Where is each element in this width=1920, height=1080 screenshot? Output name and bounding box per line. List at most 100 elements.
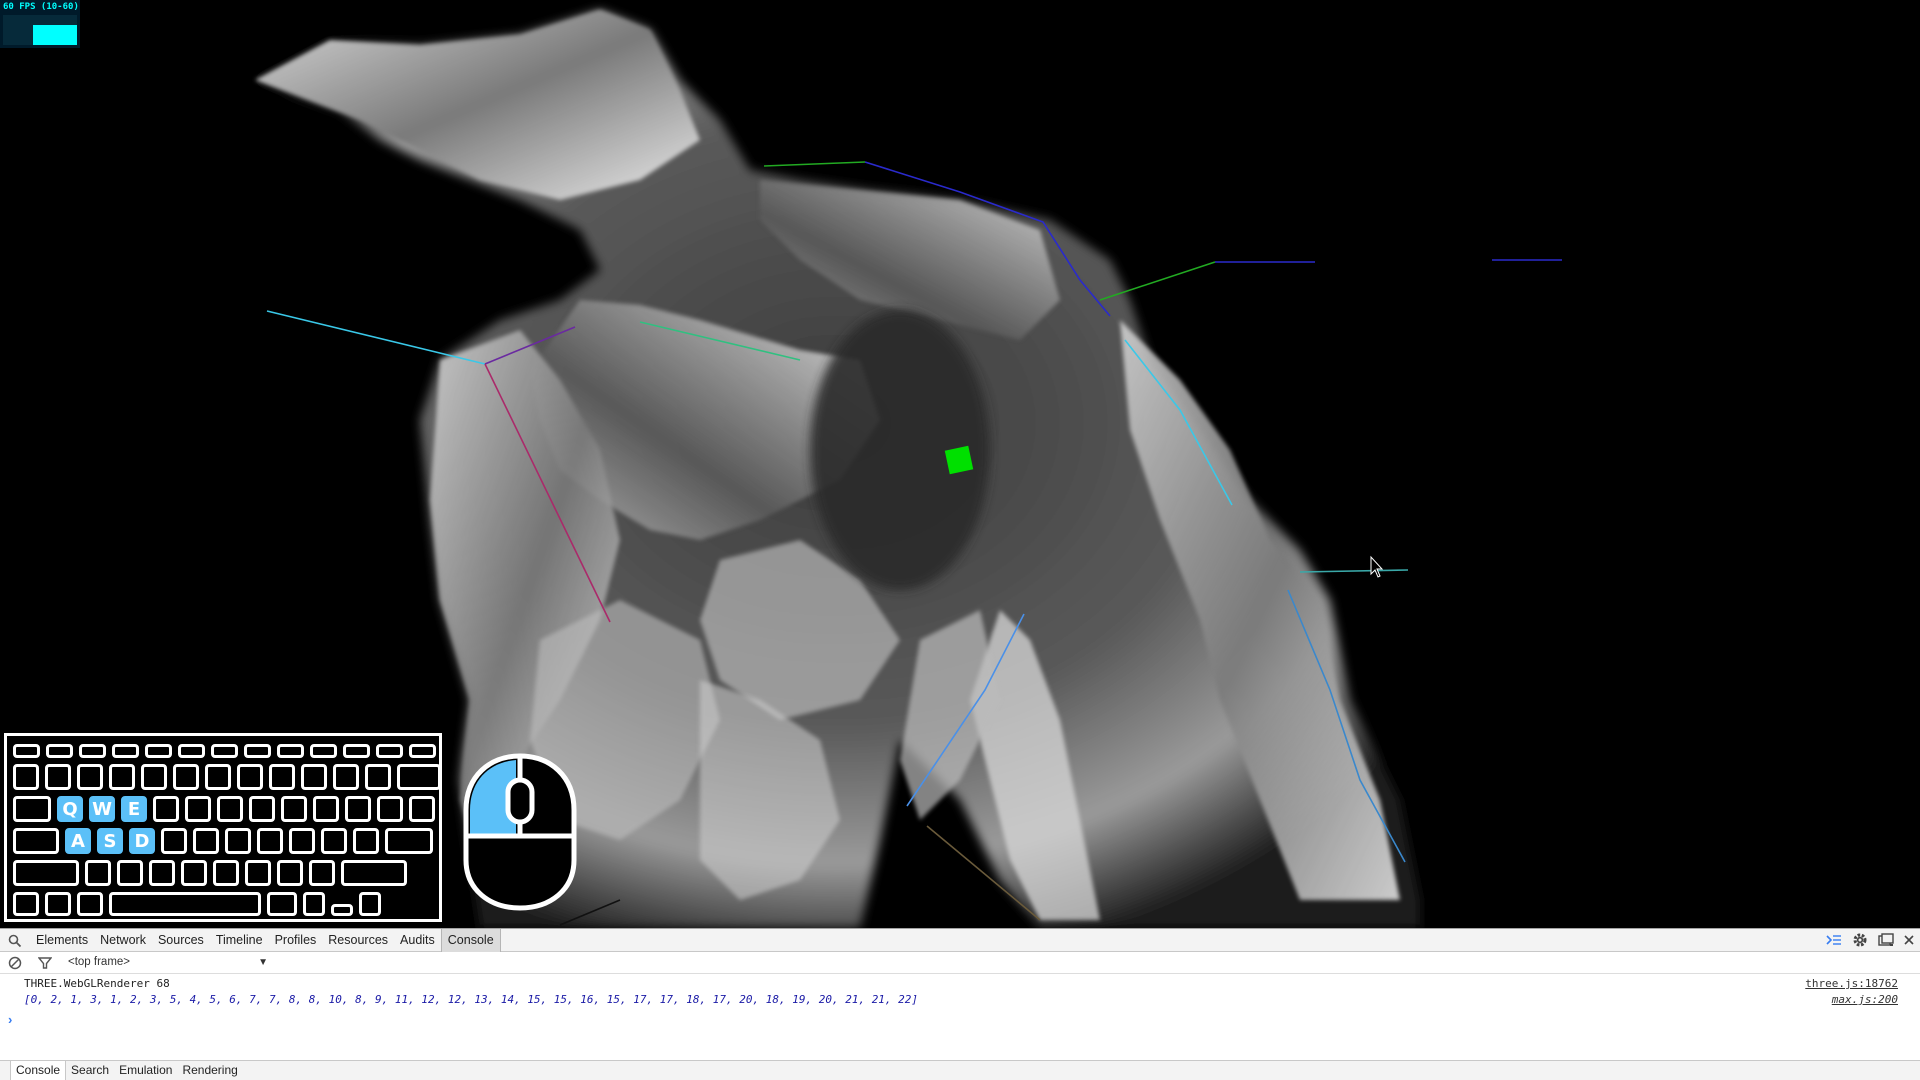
console-messages: THREE.WebGLRenderer 68 three.js:18762 [0… <box>0 976 1920 1008</box>
key-tab <box>13 796 51 822</box>
key <box>181 860 207 886</box>
key <box>353 828 379 854</box>
tab-sources[interactable]: Sources <box>152 929 210 952</box>
key <box>301 764 327 790</box>
key-s: S <box>97 828 123 854</box>
key <box>321 828 347 854</box>
key-e: E <box>121 796 147 822</box>
devtools-toolbar: Elements Network Sources Timeline Profil… <box>0 928 1920 952</box>
console-message-source-link[interactable]: max.js:200 <box>1832 992 1898 1008</box>
key <box>409 744 436 758</box>
gear-icon[interactable] <box>1852 932 1868 948</box>
show-drawer-icon[interactable] <box>1826 933 1842 947</box>
tab-timeline[interactable]: Timeline <box>210 929 269 952</box>
key <box>244 744 271 758</box>
fps-stats-panel[interactable]: 60 FPS (10-60) <box>0 0 80 48</box>
console-message: [0, 2, 1, 3, 1, 2, 3, 5, 4, 5, 6, 7, 7, … <box>0 992 1920 1008</box>
key <box>193 828 219 854</box>
tab-elements[interactable]: Elements <box>30 929 94 952</box>
filter-icon[interactable] <box>38 956 52 970</box>
key <box>13 892 39 916</box>
dock-side-icon[interactable] <box>1878 933 1894 947</box>
key <box>178 744 205 758</box>
console-message-text: THREE.WebGLRenderer 68 <box>24 977 170 990</box>
keyboard-row-function <box>13 744 436 758</box>
key <box>145 744 172 758</box>
tab-network[interactable]: Network <box>94 929 152 952</box>
key-d: D <box>129 828 155 854</box>
key <box>77 764 103 790</box>
key <box>173 764 199 790</box>
drawer-tab-search[interactable]: Search <box>66 1061 114 1080</box>
key-arrow-left <box>331 904 353 916</box>
clear-console-icon[interactable] <box>8 956 22 970</box>
console-message-text: [0, 2, 1, 3, 1, 2, 3, 5, 4, 5, 6, 7, 7, … <box>24 993 919 1006</box>
tab-profiles[interactable]: Profiles <box>269 929 323 952</box>
key <box>45 892 71 916</box>
key <box>269 764 295 790</box>
key-shift-left <box>13 860 79 886</box>
key-space <box>109 892 261 916</box>
key <box>213 860 239 886</box>
drawer-tab-emulation[interactable]: Emulation <box>114 1061 177 1080</box>
key <box>377 796 403 822</box>
key <box>303 892 325 916</box>
key <box>333 764 359 790</box>
key <box>310 744 337 758</box>
cursor-icon <box>1370 555 1384 578</box>
key <box>185 796 211 822</box>
devtools-tabs: Elements Network Sources Timeline Profil… <box>30 929 501 952</box>
key <box>77 892 103 916</box>
key <box>289 828 315 854</box>
search-icon[interactable] <box>8 934 22 948</box>
tab-console[interactable]: Console <box>440 929 501 952</box>
mouse-overlay <box>463 753 577 911</box>
key <box>13 764 39 790</box>
key-w: W <box>89 796 115 822</box>
drawer-tabs: Console Search Emulation Rendering <box>0 1060 1920 1080</box>
frame-select[interactable]: <top frame> ▼ <box>68 954 268 971</box>
console-message: THREE.WebGLRenderer 68 three.js:18762 <box>0 976 1920 992</box>
key <box>225 828 251 854</box>
key <box>343 744 370 758</box>
drawer-tab-console[interactable]: Console <box>10 1061 67 1080</box>
key <box>112 744 139 758</box>
key <box>109 764 135 790</box>
tab-resources[interactable]: Resources <box>322 929 394 952</box>
key <box>281 796 307 822</box>
key <box>277 860 303 886</box>
drawer-tab-rendering[interactable]: Rendering <box>177 1061 242 1080</box>
console-message-source-link[interactable]: three.js:18762 <box>1805 976 1898 992</box>
console-prompt[interactable]: › <box>8 1012 12 1027</box>
fps-graph <box>3 15 77 45</box>
green-marker <box>944 445 974 475</box>
key <box>245 860 271 886</box>
console-toolbar: <top frame> ▼ <box>0 952 1920 974</box>
key <box>237 764 263 790</box>
close-icon[interactable] <box>1904 935 1914 945</box>
key <box>85 860 111 886</box>
fps-readout: 60 FPS (10-60) <box>3 2 79 12</box>
keyboard-row-qwerty: Q W E <box>13 796 435 822</box>
keyboard-row-shift <box>13 860 407 886</box>
key <box>205 764 231 790</box>
devtools-panel: Elements Network Sources Timeline Profil… <box>0 928 1920 1080</box>
chevron-down-icon: ▼ <box>258 957 268 968</box>
key <box>313 796 339 822</box>
key <box>117 860 143 886</box>
key <box>309 860 335 886</box>
key <box>376 744 403 758</box>
key-caps <box>13 828 59 854</box>
key-backspace <box>397 764 441 790</box>
webgl-viewport[interactable]: 60 FPS (10-60) Q W E A S D <box>0 0 1920 928</box>
key <box>13 744 40 758</box>
key <box>217 796 243 822</box>
key-arrow-updown <box>359 892 381 916</box>
key <box>45 764 71 790</box>
key <box>211 744 238 758</box>
keyboard-overlay: Q W E A S D <box>4 733 442 922</box>
tab-audits[interactable]: Audits <box>394 929 441 952</box>
key <box>141 764 167 790</box>
key <box>249 796 275 822</box>
frame-select-value: <top frame> <box>68 956 131 968</box>
